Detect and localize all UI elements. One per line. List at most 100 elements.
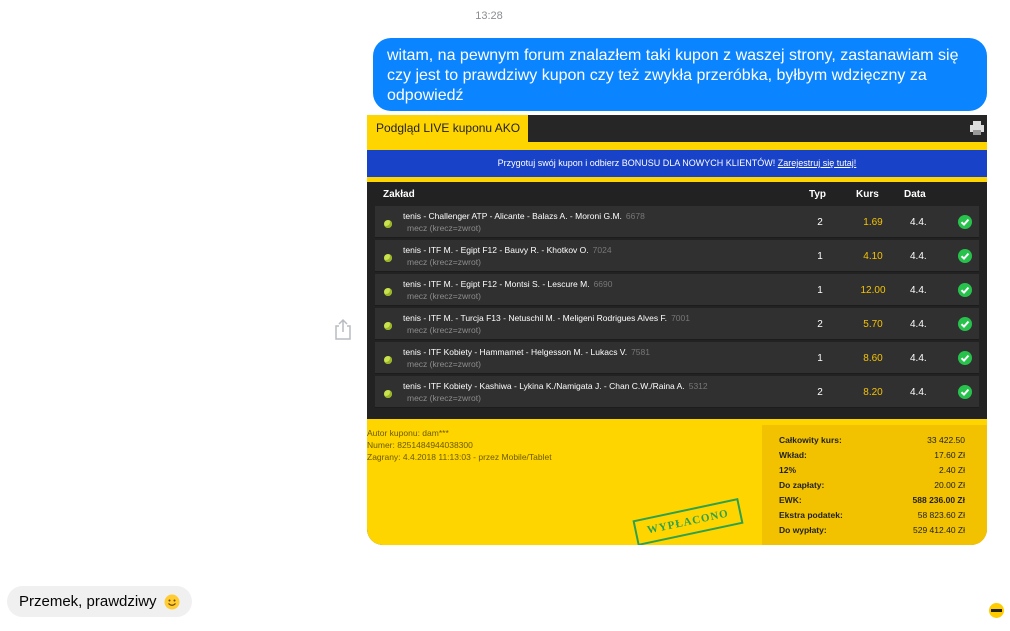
coupon-author: Autor kuponu: dam*** (367, 428, 449, 438)
bet-date: 4.4. (910, 319, 927, 330)
bet-kurs: 12.00 (860, 285, 886, 296)
coupon-promo-banner: Przygotuj swój kupon i odbierz BONUSU DL… (367, 150, 987, 177)
header-typ: Typ (809, 189, 827, 200)
bets-table: Zakład Typ Kurs Data tenis - Challenger … (367, 182, 987, 419)
seen-avatar-icon (989, 603, 1004, 618)
bet-typ: 2 (817, 387, 823, 398)
summary-row: Do wypłaty: 529 412.40 Zł (779, 525, 965, 535)
bet-date: 4.4. (910, 387, 927, 398)
bet-event: tenis - ITF Kobiety - Kashiwa - Lykina K… (403, 381, 685, 391)
bet-kurs: 4.10 (863, 251, 883, 262)
check-icon (958, 215, 972, 229)
summary-value: 588 236.00 Zł (912, 495, 965, 505)
bet-market: mecz (krecz=zwrot) (407, 291, 481, 301)
bet-number: 6690 (593, 279, 613, 289)
tennis-ball-icon (384, 390, 392, 398)
summary-value: 33 422.50 (927, 435, 965, 445)
check-icon (958, 249, 972, 263)
bet-typ: 1 (817, 285, 823, 296)
bet-row: tenis - ITF M. - Turcja F13 - Netuschil … (375, 308, 979, 340)
banner-text: Przygotuj swój kupon i odbierz BONUSU DL… (497, 158, 776, 168)
bet-kurs: 8.20 (863, 387, 883, 398)
check-icon (958, 351, 972, 365)
banner-register-link: Zarejestruj się tutaj! (777, 158, 857, 168)
bet-event: tenis - ITF M. - Turcja F13 - Netuschil … (403, 313, 668, 323)
summary-value: 529 412.40 Zł (913, 525, 965, 535)
bet-kurs: 5.70 (863, 319, 883, 330)
printer-icon (970, 121, 984, 135)
bet-event: tenis - ITF M. - Egipt F12 - Montsi S. -… (403, 279, 590, 289)
summary-row: Całkowity kurs: 33 422.50 (779, 435, 965, 445)
summary-value: 20.00 Zł (934, 480, 965, 490)
bet-market: mecz (krecz=zwrot) (407, 325, 481, 335)
tennis-ball-icon (384, 322, 392, 330)
bet-number: 7024 (592, 245, 612, 255)
share-icon[interactable] (333, 318, 353, 340)
summary-row: 12% 2.40 Zł (779, 465, 965, 475)
bet-title: tenis - ITF M. - Turcja F13 - Netuschil … (403, 313, 690, 323)
bet-market: mecz (krecz=zwrot) (407, 359, 481, 369)
summary-value: 58 823.60 Zł (917, 510, 965, 520)
bet-typ: 2 (817, 217, 823, 228)
bet-market: mecz (krecz=zwrot) (407, 257, 481, 267)
outgoing-message-bubble[interactable]: witam, na pewnym forum znalazłem taki ku… (373, 38, 987, 111)
bet-title: tenis - ITF Kobiety - Hammamet - Helgess… (403, 347, 650, 357)
check-icon (958, 385, 972, 399)
message-timestamp: 13:28 (475, 10, 503, 22)
bet-number: 7001 (671, 313, 690, 323)
bet-date: 4.4. (910, 353, 927, 364)
coupon-meta: Autor kuponu: dam*** Numer: 825148494403… (367, 427, 552, 463)
bet-event: tenis - ITF M. - Egipt F12 - Bauvy R. - … (403, 245, 589, 255)
bet-kurs: 8.60 (863, 353, 883, 364)
bet-date: 4.4. (910, 251, 927, 262)
coupon-tab-bar: Podgląd LIVE kuponu AKO (367, 115, 987, 142)
check-icon (958, 317, 972, 331)
bet-number: 7581 (631, 347, 650, 357)
summary-value: 17.60 Zł (934, 450, 965, 460)
coupon-yellow-divider (367, 142, 987, 150)
tennis-ball-icon (384, 356, 392, 364)
bet-date: 4.4. (910, 217, 927, 228)
bet-typ: 2 (817, 319, 823, 330)
bet-event: tenis - Challenger ATP - Alicante - Bala… (403, 211, 622, 221)
bet-row: tenis - Challenger ATP - Alicante - Bala… (375, 206, 979, 238)
summary-label: Ekstra podatek: (779, 510, 843, 520)
coupon-number: Numer: 8251484944038300 (367, 440, 473, 450)
incoming-message-text: Przemek, prawdziwy (19, 593, 157, 610)
bet-number: 6678 (625, 211, 645, 221)
bet-event: tenis - ITF Kobiety - Hammamet - Helgess… (403, 347, 628, 357)
summary-label: Wkład: (779, 450, 807, 460)
bet-market: mecz (krecz=zwrot) (407, 223, 481, 233)
bet-row: tenis - ITF Kobiety - Hammamet - Helgess… (375, 342, 979, 374)
tennis-ball-icon (384, 254, 392, 262)
summary-row: Ekstra podatek: 58 823.60 Zł (779, 510, 965, 520)
header-data: Data (904, 189, 926, 200)
bet-title: tenis - ITF M. - Egipt F12 - Montsi S. -… (403, 279, 613, 289)
paid-out-stamp: WYPŁACONO (632, 498, 744, 545)
bets-table-header: Zakład Typ Kurs Data (367, 182, 987, 206)
summary-label: EWK: (779, 495, 802, 505)
bet-kurs: 1.69 (863, 217, 883, 228)
summary-label: Do wypłaty: (779, 525, 827, 535)
bet-row: tenis - ITF Kobiety - Kashiwa - Lykina K… (375, 376, 979, 408)
header-zaklad: Zakład (383, 189, 415, 200)
bet-typ: 1 (817, 353, 823, 364)
summary-label: Do zapłaty: (779, 480, 825, 490)
bet-title: tenis - Challenger ATP - Alicante - Bala… (403, 211, 645, 221)
summary-label: 12% (779, 465, 797, 475)
bet-title: tenis - ITF Kobiety - Kashiwa - Lykina K… (403, 381, 708, 391)
bet-typ: 1 (817, 251, 823, 262)
summary-row: Do zapłaty: 20.00 Zł (779, 480, 965, 490)
coupon-played: Zagrany: 4.4.2018 11:13:03 - przez Mobil… (367, 452, 552, 462)
check-icon (958, 283, 972, 297)
incoming-message-bubble[interactable]: Przemek, prawdziwy (7, 586, 192, 617)
bet-row: tenis - ITF M. - Egipt F12 - Bauvy R. - … (375, 240, 979, 272)
tennis-ball-icon (384, 220, 392, 228)
summary-row: EWK: 588 236.00 Zł (779, 495, 965, 505)
bet-date: 4.4. (910, 285, 927, 296)
tennis-ball-icon (384, 288, 392, 296)
bet-market: mecz (krecz=zwrot) (407, 393, 481, 403)
coupon-image[interactable]: Podgląd LIVE kuponu AKO Przygotuj swój k… (367, 115, 987, 545)
summary-value: 2.40 Zł (939, 465, 965, 475)
coupon-footer: Autor kuponu: dam*** Numer: 825148494403… (367, 419, 987, 545)
